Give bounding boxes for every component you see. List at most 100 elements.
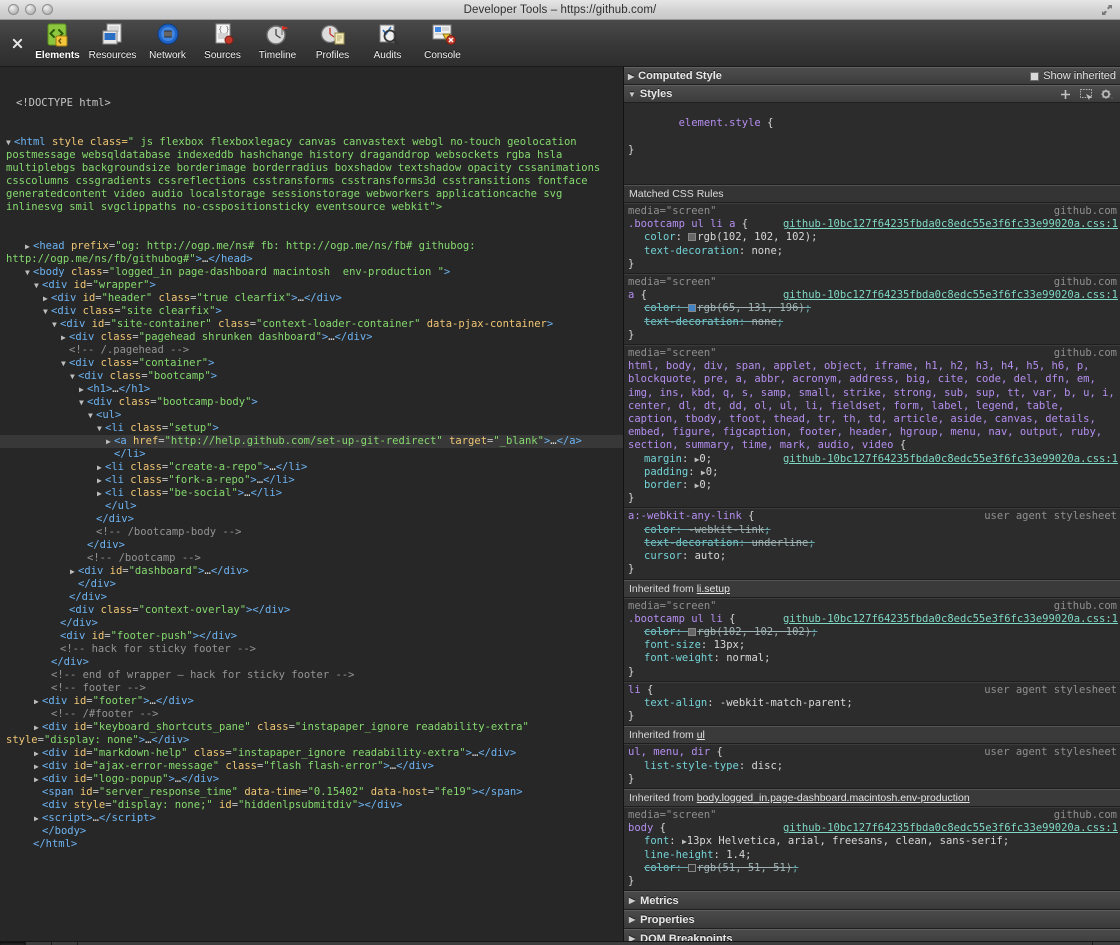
tab-console[interactable]: Console	[415, 20, 470, 66]
add-rule-icon[interactable]	[1060, 89, 1071, 100]
css-declaration[interactable]: text-align: -webkit-match-parent;	[628, 697, 1120, 710]
css-rule[interactable]: user agent stylesheeta:-webkit-any-link …	[624, 508, 1120, 579]
dom-tree-node[interactable]: <!-- footer -->	[0, 682, 623, 695]
color-swatch[interactable]	[688, 304, 696, 312]
dom-tree-node[interactable]: </div>	[0, 591, 623, 604]
stylesheet-link[interactable]: github-10bc127f64235fbda0c8edc55e3f6fc33…	[783, 218, 1120, 231]
dom-tree-node[interactable]: ▶<head prefix="og: http://ogp.me/ns# fb:…	[0, 240, 623, 266]
dom-tree-node[interactable]: ▶<div id="header" class="true clearfix">…	[0, 292, 623, 305]
css-declaration[interactable]: text-decoration: underline;	[628, 537, 1120, 550]
dom-tree-node[interactable]: ▶<h1>…</h1>	[0, 383, 623, 396]
css-declaration[interactable]: line-height: 1.4;	[628, 849, 1120, 862]
css-declaration[interactable]: font: ▶13px Helvetica, arial, freesans, …	[628, 835, 1120, 848]
tab-timeline[interactable]: Timeline	[250, 20, 305, 66]
stylesheet-link[interactable]: github-10bc127f64235fbda0c8edc55e3f6fc33…	[783, 289, 1120, 302]
css-declaration[interactable]: color: rgb(102, 102, 102);	[628, 626, 1120, 639]
dom-tree-node[interactable]: <!-- /#footer -->	[0, 708, 623, 721]
dom-tree-node[interactable]: <div style="display: none;" id="hiddenlp…	[0, 799, 623, 812]
css-declaration[interactable]: color: rgb(51, 51, 51);	[628, 862, 1120, 875]
dom-tree-node[interactable]: ▶<div id="logo-popup">…</div>	[0, 773, 623, 786]
css-rule[interactable]: user agent stylesheetli {text-align: -we…	[624, 682, 1120, 727]
color-swatch[interactable]	[688, 233, 696, 241]
css-declaration[interactable]: font-weight: normal;	[628, 652, 1120, 665]
styles-header[interactable]: ▼ Styles	[624, 85, 1120, 103]
dom-tree-node[interactable]: </div>	[0, 539, 623, 552]
close-devtools-button[interactable]	[4, 20, 30, 66]
gear-icon[interactable]	[1101, 89, 1113, 100]
dom-tree-node[interactable]: ▼<div class="bootcamp">	[0, 370, 623, 383]
tab-sources[interactable]: { } Sources	[195, 20, 250, 66]
tab-network[interactable]: Network	[140, 20, 195, 66]
dom-tree-node[interactable]: </div>	[0, 656, 623, 669]
dom-tree-node[interactable]: <div class="context-overlay"></div>	[0, 604, 623, 617]
dom-tree-node[interactable]: ▼<body class="logged_in page-dashboard m…	[0, 266, 623, 279]
inherited-from-link[interactable]: ul	[697, 729, 705, 741]
dom-tree-node[interactable]: ▶<div id="markdown-help" class="instapap…	[0, 747, 623, 760]
dom-tree-node[interactable]: <div id="footer-push"></div>	[0, 630, 623, 643]
dom-tree-node[interactable]: </div>	[0, 617, 623, 630]
dom-tree-node[interactable]: <!-- /bootcamp-body -->	[0, 526, 623, 539]
section-properties[interactable]: ▶Properties	[624, 910, 1120, 929]
css-declaration[interactable]: cursor: auto;	[628, 550, 1120, 563]
dom-tree-node[interactable]: ▶<li class="be-social">…</li>	[0, 487, 623, 500]
dom-tree-node[interactable]: ▶<script>…</script>	[0, 812, 623, 825]
dom-tree-node[interactable]: ▶<div class="pagehead shrunken dashboard…	[0, 331, 623, 344]
element-state-icon[interactable]	[1080, 89, 1092, 100]
dom-tree-node[interactable]: ▼<li class="setup">	[0, 422, 623, 435]
dom-tree-node[interactable]: ▼<div id="site-container" class="context…	[0, 318, 623, 331]
stylesheet-link[interactable]: github-10bc127f64235fbda0c8edc55e3f6fc33…	[783, 453, 1120, 466]
dom-tree-node[interactable]: </ul>	[0, 500, 623, 513]
dom-tree-node[interactable]: ▶<li class="fork-a-repo">…</li>	[0, 474, 623, 487]
element-style-rule[interactable]: element.style {}	[624, 103, 1120, 185]
section-dom-breakpoints[interactable]: ▶DOM Breakpoints	[624, 929, 1120, 941]
dom-tree-node[interactable]: ▶<div id="dashboard">…</div>	[0, 565, 623, 578]
css-declaration[interactable]: text-decoration: none;	[628, 316, 1120, 329]
css-declaration[interactable]: padding: ▶0;	[628, 466, 1120, 479]
dom-tree-node[interactable]: ▼<div class="site clearfix">	[0, 305, 623, 318]
css-rule[interactable]: github.commedia="screen"html, body, div,…	[624, 345, 1120, 508]
restore-icon[interactable]	[1100, 3, 1114, 17]
css-declaration[interactable]: font-size: 13px;	[628, 639, 1120, 652]
dom-tree-node[interactable]: ▶<div id="keyboard_shortcuts_pane" class…	[0, 721, 623, 747]
dom-tree-pane[interactable]: <!DOCTYPE html> ▼<html style class=" js …	[0, 67, 624, 941]
dom-tree-node[interactable]: </div>	[0, 513, 623, 526]
dom-tree-node[interactable]: ▶<li class="create-a-repo">…</li>	[0, 461, 623, 474]
dom-tree-node[interactable]: </div>	[0, 578, 623, 591]
inherited-from-link[interactable]: body.logged_in.page-dashboard.macintosh.…	[697, 792, 970, 804]
dom-tree-node[interactable]: ▶<div id="footer">…</div>	[0, 695, 623, 708]
tab-audits[interactable]: Audits	[360, 20, 415, 66]
css-declaration[interactable]: color: rgb(65, 131, 196);	[628, 302, 1120, 315]
css-rule[interactable]: github.commedia="screen"body { github-10…	[624, 807, 1120, 891]
dom-tree-node[interactable]: ▼<div class="container">	[0, 357, 623, 370]
dom-tree-node[interactable]: ▶<a href="http://help.github.com/set-up-…	[0, 435, 623, 448]
css-rule[interactable]: github.commedia="screen".bootcamp ul li …	[624, 598, 1120, 682]
color-swatch[interactable]	[688, 864, 696, 872]
dom-html-line[interactable]: ▼<html style class=" js flexbox flexboxl…	[0, 136, 623, 214]
css-declaration[interactable]: color: -webkit-link;	[628, 524, 1120, 537]
dom-tree-node[interactable]: <!-- end of wrapper – hack for sticky fo…	[0, 669, 623, 682]
close-window-button[interactable]	[8, 4, 19, 15]
section-metrics[interactable]: ▶Metrics	[624, 891, 1120, 910]
inherited-from-link[interactable]: li.setup	[697, 583, 730, 595]
stylesheet-link[interactable]: github-10bc127f64235fbda0c8edc55e3f6fc33…	[783, 613, 1120, 626]
css-rule[interactable]: user agent stylesheetul, menu, dir {list…	[624, 744, 1120, 789]
zoom-window-button[interactable]	[42, 4, 53, 15]
dom-tree-node[interactable]: <!-- hack for sticky footer -->	[0, 643, 623, 656]
dom-tree-node[interactable]: <!-- /bootcamp -->	[0, 552, 623, 565]
dom-tree-node[interactable]: ▼<ul>	[0, 409, 623, 422]
dom-tree-node[interactable]: ▼<div id="wrapper">	[0, 279, 623, 292]
dom-tree-node[interactable]: ▶<div id="ajax-error-message" class="fla…	[0, 760, 623, 773]
dom-tree-node[interactable]: </li>	[0, 448, 623, 461]
dom-tree-node[interactable]: </html>	[0, 838, 623, 851]
dom-tree-node[interactable]: <!-- /.pagehead -->	[0, 344, 623, 357]
dom-tree-node[interactable]: ▼<div class="bootcamp-body">	[0, 396, 623, 409]
css-declaration[interactable]: list-style-type: disc;	[628, 760, 1120, 773]
css-declaration[interactable]: text-decoration: none;	[628, 245, 1120, 258]
stylesheet-link[interactable]: github-10bc127f64235fbda0c8edc55e3f6fc33…	[783, 822, 1120, 835]
color-swatch[interactable]	[688, 628, 696, 636]
css-declaration[interactable]: color: rgb(102, 102, 102);	[628, 231, 1120, 244]
tab-elements[interactable]: Elements	[30, 20, 85, 66]
computed-style-header[interactable]: ▶ Computed Style Show inherited	[624, 67, 1120, 85]
dom-tree-node[interactable]: <span id="server_response_time" data-tim…	[0, 786, 623, 799]
tab-profiles[interactable]: Profiles	[305, 20, 360, 66]
